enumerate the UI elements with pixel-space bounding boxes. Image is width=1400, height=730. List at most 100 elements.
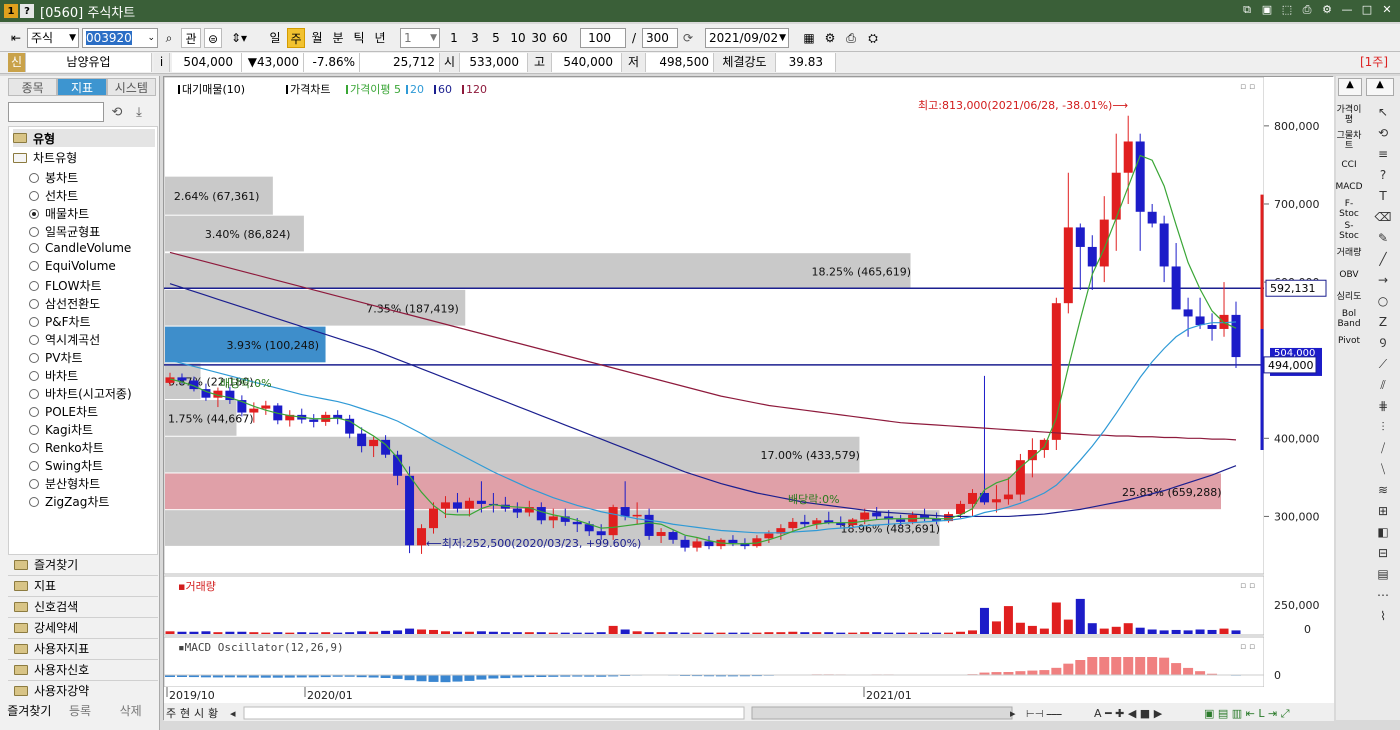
indicator-shortcut-3[interactable]: MACD bbox=[1336, 176, 1363, 198]
folder-item-5[interactable]: 사용자신호 bbox=[8, 659, 158, 679]
radio-icon[interactable] bbox=[29, 261, 39, 271]
folder-item-2[interactable]: 신호검색 bbox=[8, 596, 158, 616]
drawing-tool-icon[interactable]: ╱ bbox=[1370, 249, 1396, 270]
chart-type-11[interactable]: 바차트 bbox=[29, 367, 78, 384]
period-week[interactable]: 주 bbox=[287, 28, 305, 48]
collapse-icon[interactable]: ▲ bbox=[1366, 78, 1394, 96]
quick-5[interactable]: 5 bbox=[487, 28, 505, 48]
radio-icon[interactable] bbox=[29, 442, 39, 453]
chart-area[interactable]: 2.64% (67,361) 3.40% (86,824) 18.25% (465,… bbox=[163, 76, 1334, 721]
radio-icon[interactable] bbox=[29, 478, 39, 489]
drawing-tool-icon[interactable]: T bbox=[1370, 186, 1396, 207]
drawing-tool-icon[interactable]: ○ bbox=[1370, 291, 1396, 312]
drawing-tool-icon[interactable]: ? bbox=[1370, 165, 1396, 186]
drawing-tool-icon[interactable]: ⊞ bbox=[1370, 501, 1396, 522]
delete-button[interactable]: 삭제 bbox=[105, 700, 156, 722]
period-month[interactable]: 월 bbox=[308, 28, 326, 48]
download-icon[interactable]: ⤓ bbox=[130, 104, 148, 122]
chart-type-3[interactable]: 일목균형표 bbox=[29, 223, 100, 240]
radio-icon[interactable] bbox=[29, 226, 39, 237]
quick-1[interactable]: 1 bbox=[445, 28, 463, 48]
folder-item-1[interactable]: 지표 bbox=[8, 575, 158, 595]
radio-icon[interactable] bbox=[29, 298, 39, 309]
radio-icon[interactable] bbox=[29, 388, 39, 399]
chart-type-0[interactable]: 봉차트 bbox=[29, 169, 78, 186]
help-icon[interactable]: ? bbox=[20, 4, 34, 18]
refresh-list-icon[interactable]: ⟲ bbox=[108, 104, 126, 122]
folder-item-6[interactable]: 사용자강약 bbox=[8, 680, 158, 700]
tab-system[interactable]: 시스템 bbox=[106, 78, 156, 96]
drawing-tool-icon[interactable]: ⊟ bbox=[1370, 543, 1396, 564]
indicator-shortcut-7[interactable]: OBV bbox=[1336, 264, 1362, 286]
quick-10[interactable]: 10 bbox=[508, 28, 528, 48]
indicator-shortcut-4[interactable]: F-Stoc bbox=[1336, 198, 1362, 220]
period-day[interactable]: 일 bbox=[266, 28, 284, 48]
radio-icon[interactable] bbox=[29, 172, 39, 183]
period-tick[interactable]: 틱 bbox=[350, 28, 368, 48]
updown-stepper[interactable]: ⇕▾ bbox=[226, 28, 252, 48]
quick-30[interactable]: 30 bbox=[529, 28, 549, 48]
maximize-icon[interactable]: □ bbox=[1360, 3, 1374, 17]
stock-code-input[interactable]: 003920 ⌄ bbox=[82, 28, 158, 48]
chart-type-1[interactable]: 선차트 bbox=[29, 187, 78, 204]
radio-icon[interactable] bbox=[29, 496, 39, 507]
tab-stock[interactable]: 종목 bbox=[8, 78, 58, 96]
chart-type-9[interactable]: 역시계곡선 bbox=[29, 331, 100, 348]
indicator-shortcut-8[interactable]: 심리도 bbox=[1336, 286, 1362, 308]
indicator-search-input[interactable] bbox=[8, 102, 104, 122]
drawing-tool-icon[interactable]: ⫶ bbox=[1370, 417, 1396, 438]
close-icon[interactable]: ✕ bbox=[1380, 3, 1394, 17]
chart-type-7[interactable]: 삼선전환도 bbox=[29, 295, 100, 312]
drawing-tool-icon[interactable]: ≋ bbox=[1370, 480, 1396, 501]
chart-type-8[interactable]: P&F차트 bbox=[29, 313, 91, 330]
radio-icon[interactable] bbox=[29, 370, 39, 381]
drawing-tool-icon[interactable]: ✎ bbox=[1370, 228, 1396, 249]
radio-icon[interactable] bbox=[29, 424, 39, 435]
total-count-input[interactable]: 300 bbox=[642, 28, 678, 48]
minimize-icon[interactable]: — bbox=[1340, 3, 1354, 17]
register-button[interactable]: 등록 bbox=[55, 700, 106, 722]
chart-type-12[interactable]: 바차트(시고저종) bbox=[29, 385, 132, 402]
drawing-tool-icon[interactable]: ⋯ bbox=[1370, 585, 1396, 606]
drawing-tool-icon[interactable]: → bbox=[1370, 270, 1396, 291]
chart-type-6[interactable]: FLOW차트 bbox=[29, 277, 102, 294]
radio-icon[interactable] bbox=[29, 208, 39, 219]
radio-icon[interactable] bbox=[29, 243, 39, 253]
period-year[interactable]: 년 bbox=[371, 28, 389, 48]
gwan-button[interactable]: 관 bbox=[181, 28, 201, 48]
drawing-tool-icon[interactable]: ⋕ bbox=[1370, 396, 1396, 417]
chart-svg[interactable]: 2.64% (67,361) 3.40% (86,824) 18.25% (465,… bbox=[164, 77, 1334, 721]
chart-type-18[interactable]: ZigZag차트 bbox=[29, 493, 109, 510]
market-select[interactable]: 주식 ▼ bbox=[27, 28, 79, 48]
drawing-tool-icon[interactable]: ◧ bbox=[1370, 522, 1396, 543]
drawing-tool-icon[interactable]: ↖ bbox=[1370, 102, 1396, 123]
folder-item-4[interactable]: 사용자지표 bbox=[8, 638, 158, 658]
indicator-shortcut-10[interactable]: Pivot bbox=[1336, 330, 1362, 352]
drawing-tool-icon[interactable]: ⌇ bbox=[1370, 606, 1396, 627]
radio-icon[interactable] bbox=[29, 190, 39, 201]
print-chart-icon[interactable]: ⎙ bbox=[842, 28, 860, 48]
radio-icon[interactable] bbox=[29, 280, 39, 291]
period-minute[interactable]: 분 bbox=[329, 28, 347, 48]
radio-icon[interactable] bbox=[29, 460, 39, 471]
chart-type-10[interactable]: PV차트 bbox=[29, 349, 83, 366]
drawing-tool-icon[interactable]: Ꝯ bbox=[1370, 333, 1396, 354]
folder-item-3[interactable]: 강세약세 bbox=[8, 617, 158, 637]
chart-type-4[interactable]: CandleVolume bbox=[29, 241, 131, 255]
favorite-icon[interactable]: ⊜ bbox=[204, 28, 222, 48]
radio-icon[interactable] bbox=[29, 334, 39, 345]
indicator-shortcut-9[interactable]: Bol Band bbox=[1336, 308, 1362, 330]
radio-icon[interactable] bbox=[29, 406, 39, 417]
drawing-tool-icon[interactable]: ⧹ bbox=[1370, 459, 1396, 480]
drawing-tool-icon[interactable]: ⧸ bbox=[1370, 438, 1396, 459]
indicator-shortcut-0[interactable]: 가격이평 bbox=[1336, 102, 1362, 128]
chart-type-17[interactable]: 분산형차트 bbox=[29, 475, 100, 492]
drawing-tool-icon[interactable]: ⌫ bbox=[1370, 207, 1396, 228]
folder-item-0[interactable]: 즐겨찾기 bbox=[8, 554, 158, 574]
save-icon[interactable]: ⬚ bbox=[1280, 3, 1294, 17]
quick-60[interactable]: 60 bbox=[550, 28, 570, 48]
tree-section-type[interactable]: 유형 bbox=[13, 129, 155, 147]
tree-chart-types[interactable]: 차트유형 bbox=[13, 149, 77, 166]
tools-icon[interactable]: ⛭ bbox=[864, 28, 882, 48]
print-icon[interactable]: ⎙ bbox=[1300, 3, 1314, 17]
